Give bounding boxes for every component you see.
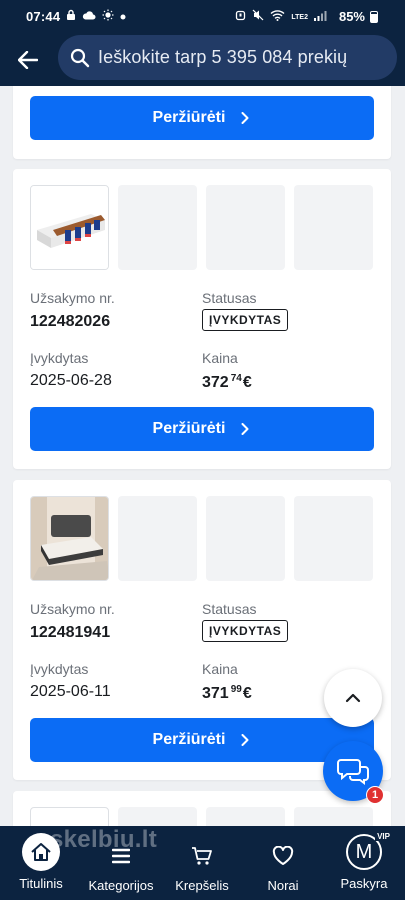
avatar: M VIP (346, 832, 392, 870)
nav-label: Krepšelis (175, 878, 229, 893)
completed-label: Įvykdytas (30, 661, 89, 677)
search-icon (70, 48, 90, 67)
clock: 07:44 (26, 9, 61, 24)
order-card: Užsakymo nr. 122481941 Statusas ĮVYKDYTA… (13, 480, 391, 780)
wifi-icon (270, 9, 285, 25)
notification-icons (66, 9, 126, 25)
search-placeholder: Ieškokite tarp 5 395 084 prekių (98, 47, 348, 67)
order-no-label: Užsakymo nr. (30, 290, 115, 306)
price-label: Kaina (202, 350, 238, 366)
home-icon (22, 833, 60, 871)
nav-label: Titulinis (19, 876, 63, 891)
price-currency: € (242, 374, 252, 391)
nav-item-home[interactable]: Titulinis (10, 826, 72, 900)
product-thumbnails (30, 185, 373, 270)
price-integer: 371 (202, 685, 229, 702)
product-image-placeholder (294, 185, 373, 270)
chevron-right-icon (241, 423, 249, 435)
avatar-initial: M (355, 840, 373, 863)
order-card-previous: Peržiūrėti (13, 86, 391, 159)
mute-icon (252, 9, 264, 25)
view-button[interactable]: Peržiūrėti (30, 96, 374, 140)
nav-label: Norai (267, 878, 299, 893)
nav-item-categories[interactable]: Kategorijos (85, 826, 157, 900)
order-card: Užsakymo nr. 122482026 Statusas ĮVYKDYTA… (13, 169, 391, 469)
completed-label: Įvykdytas (30, 350, 89, 366)
battery-icon (370, 11, 378, 23)
cart-icon (192, 847, 212, 865)
lock-icon (66, 9, 76, 25)
nav-label: Paskyra (340, 876, 388, 891)
status-badge: ĮVYKDYTAS (202, 620, 289, 642)
sun-icon (102, 9, 114, 25)
chat-icon (337, 759, 369, 785)
chat-unread-badge: 1 (366, 786, 384, 804)
search-input[interactable]: Ieškokite tarp 5 395 084 prekių (58, 35, 397, 80)
price-value: 372 74€ (202, 373, 252, 392)
chevron-up-icon (345, 693, 361, 703)
completed-date: 2025-06-28 (30, 372, 112, 389)
price-value: 371 99€ (202, 684, 252, 703)
view-button-label: Peržiūrėti (152, 109, 226, 126)
status-label: Statusas (202, 290, 257, 306)
completed-date: 2025-06-11 (30, 683, 111, 700)
product-image-placeholder (118, 496, 197, 581)
product-image-mattress[interactable] (30, 185, 109, 270)
product-image-placeholder (118, 185, 197, 270)
nav-item-wishlist[interactable]: Norai (254, 826, 312, 900)
order-no-value: 122481941 (30, 624, 111, 641)
cloud-icon (82, 10, 96, 24)
back-button[interactable] (14, 46, 42, 74)
alarm-icon (235, 9, 246, 25)
product-image-placeholder (206, 496, 285, 581)
lte-icon: LTE2 (291, 13, 308, 21)
price-integer: 372 (202, 374, 229, 391)
mattress-image (31, 186, 108, 269)
nav-item-cart[interactable]: Krepšelis (170, 826, 234, 900)
product-image-placeholder (118, 807, 197, 826)
product-thumbnails (30, 807, 373, 826)
order-no-label: Užsakymo nr. (30, 601, 115, 617)
system-icons: LTE2 (235, 9, 327, 25)
product-image-bed[interactable] (30, 496, 109, 581)
product-thumbnails (30, 496, 373, 581)
arrow-left-icon (18, 51, 38, 69)
heart-icon (272, 846, 294, 865)
menu-icon (112, 848, 130, 864)
nav-label: Kategorijos (88, 878, 154, 893)
signal-icon (314, 10, 327, 25)
dot-icon (120, 10, 126, 24)
status-bar: 07:44 LTE2 85% (0, 0, 405, 34)
price-currency: € (242, 685, 252, 702)
view-button[interactable]: Peržiūrėti (30, 407, 374, 451)
bottom-navigation: skelbiu.lt Titulinis Kategorijos Krepšel… (0, 826, 405, 900)
product-image-placeholder (206, 185, 285, 270)
price-cents: 99 (230, 684, 242, 695)
battery-percent: 85% (338, 9, 365, 24)
product-image-placeholder (294, 807, 373, 826)
product-image[interactable] (30, 807, 109, 826)
view-button[interactable]: Peržiūrėti (30, 718, 374, 762)
scroll-to-top-button[interactable] (324, 669, 382, 727)
bed-image (31, 497, 108, 580)
nav-item-account[interactable]: M VIP Paskyra (334, 826, 394, 900)
price-label: Kaina (202, 661, 238, 677)
status-label: Statusas (202, 601, 257, 617)
chevron-right-icon (241, 112, 249, 124)
view-button-label: Peržiūrėti (152, 420, 226, 437)
vip-badge: VIP (375, 832, 392, 841)
view-button-label: Peržiūrėti (152, 731, 226, 748)
order-card-next (13, 791, 391, 826)
product-image-placeholder (206, 807, 285, 826)
status-badge: ĮVYKDYTAS (202, 309, 289, 331)
app-header: Ieškokite tarp 5 395 084 prekių (0, 34, 405, 86)
chevron-right-icon (241, 734, 249, 746)
order-no-value: 122482026 (30, 313, 111, 330)
price-cents: 74 (230, 373, 242, 384)
product-image-placeholder (294, 496, 373, 581)
